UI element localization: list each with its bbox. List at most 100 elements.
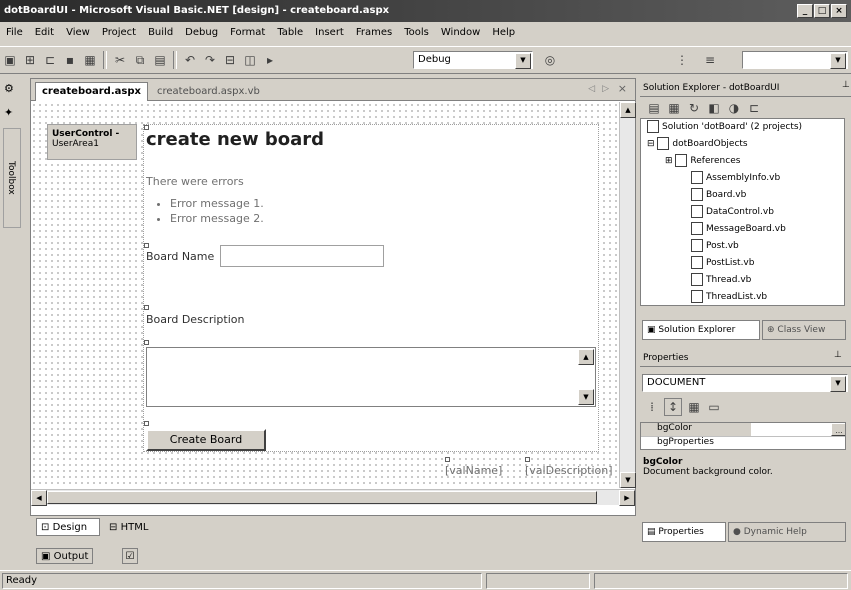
tab-createboard-aspx[interactable]: createboard.aspx <box>35 82 148 101</box>
add-item-icon[interactable]: ⊞ <box>22 52 38 68</box>
menu-format[interactable]: Format <box>224 24 271 41</box>
tree-node-project[interactable]: ⊟ dotBoardObjects <box>641 136 844 153</box>
menu-debug[interactable]: Debug <box>179 24 224 41</box>
tab-class-view[interactable]: ⊕ Class View <box>762 320 846 340</box>
task-list-icon[interactable]: ☑ <box>122 548 138 564</box>
scroll-down-icon[interactable]: ▼ <box>620 472 636 488</box>
properties-icon[interactable]: ▤ <box>646 100 662 116</box>
redo-icon[interactable]: ↷ <box>202 52 218 68</box>
tab-solution-explorer[interactable]: ▣ Solution Explorer <box>642 320 760 340</box>
tree-node-file[interactable]: ThreadList.vb <box>641 289 844 305</box>
close-button[interactable]: × <box>831 4 847 18</box>
toolbox-icon[interactable]: ✦ <box>4 106 20 120</box>
open-file-icon[interactable]: ⊏ <box>42 52 58 68</box>
menu-help[interactable]: Help <box>486 24 521 41</box>
scroll-thumb[interactable] <box>47 491 597 504</box>
create-board-button[interactable]: Create Board <box>146 429 266 451</box>
menu-table[interactable]: Table <box>271 24 309 41</box>
expand-icon[interactable]: ⊞ <box>665 156 673 166</box>
save-icon[interactable]: ▪ <box>62 52 78 68</box>
paste-icon[interactable]: ▤ <box>152 52 168 68</box>
solution-config-dropdown[interactable]: Debug ▼ <box>413 51 533 69</box>
chevron-down-icon[interactable]: ▼ <box>515 53 531 69</box>
pin-icon[interactable]: ⊥ <box>842 80 850 90</box>
window-icon[interactable]: ◫ <box>242 52 258 68</box>
new-project-icon[interactable]: ▣ <box>2 52 18 68</box>
menu-project[interactable]: Project <box>96 24 142 41</box>
scroll-up-icon[interactable]: ▲ <box>578 349 594 365</box>
undo-icon[interactable]: ↶ <box>182 52 198 68</box>
menu-edit[interactable]: Edit <box>29 24 60 41</box>
property-value-field[interactable] <box>751 437 845 449</box>
scroll-tabs-right-icon[interactable]: ▷ <box>602 84 609 94</box>
menu-file[interactable]: File <box>0 24 29 41</box>
properties-view-icon[interactable]: ▦ <box>686 399 702 415</box>
board-name-input[interactable] <box>220 245 384 267</box>
tree-node-file[interactable]: AssemblyInfo.vb <box>641 170 844 187</box>
view-code-icon[interactable]: ◧ <box>706 100 722 116</box>
design-canvas[interactable]: UserControl - UserArea1 create new board… <box>31 102 621 488</box>
navigate-icon[interactable]: ⊟ <box>222 52 238 68</box>
view-designer-icon[interactable]: ◑ <box>726 100 742 116</box>
menu-insert[interactable]: Insert <box>309 24 350 41</box>
val-description-validator[interactable]: [valDescription] <box>525 464 613 477</box>
show-all-files-icon[interactable]: ▦ <box>666 100 682 116</box>
pin-icon[interactable]: ⊥ <box>834 350 842 360</box>
minimize-button[interactable]: _ <box>797 4 813 18</box>
board-description-textarea[interactable]: ▲ ▼ <box>146 347 596 407</box>
menu-frames[interactable]: Frames <box>350 24 398 41</box>
scroll-left-icon[interactable]: ◀ <box>31 490 47 506</box>
scroll-tabs-left-icon[interactable]: ◁ <box>588 84 595 94</box>
close-document-icon[interactable]: × <box>618 82 627 95</box>
tree-node-file[interactable]: MessageBoard.vb <box>641 221 844 238</box>
format-dropdown[interactable]: ▼ <box>742 51 848 69</box>
server-explorer-icon[interactable]: ⚙ <box>4 82 20 96</box>
menu-tools[interactable]: Tools <box>398 24 435 41</box>
alphabetical-icon[interactable]: ↕ <box>664 398 682 416</box>
output-tab[interactable]: ▣ Output <box>36 548 94 564</box>
menu-view[interactable]: View <box>60 24 96 41</box>
usercontrol-placeholder[interactable]: UserControl - UserArea1 <box>47 124 137 160</box>
scroll-up-icon[interactable]: ▲ <box>620 102 636 118</box>
chevron-down-icon[interactable]: ▼ <box>830 376 846 392</box>
tab-properties[interactable]: ▤ Properties <box>642 522 726 542</box>
categorized-icon[interactable]: ⁞ <box>644 399 660 415</box>
tree-node-references[interactable]: ⊞ References <box>641 153 844 170</box>
chevron-down-icon[interactable]: ▼ <box>830 53 846 69</box>
layout-icon[interactable]: ⋮ <box>674 52 690 68</box>
tree-node-file[interactable]: Thread.vb <box>641 272 844 289</box>
tree-node-solution[interactable]: Solution 'dotBoard' (2 projects) <box>641 119 844 136</box>
start-icon[interactable]: ▸ <box>262 52 278 68</box>
tree-node-file[interactable]: Board.vb <box>641 187 844 204</box>
refresh-icon[interactable]: ↻ <box>686 100 702 116</box>
find-icon[interactable]: ◎ <box>542 52 558 68</box>
tab-createboard-aspx-vb[interactable]: createboard.aspx.vb <box>151 82 266 101</box>
tree-node-file[interactable]: PostList.vb <box>641 255 844 272</box>
collapse-icon[interactable]: ⊟ <box>647 139 655 149</box>
menu-build[interactable]: Build <box>142 24 179 41</box>
scroll-right-icon[interactable]: ▶ <box>619 490 635 506</box>
property-pages-icon[interactable]: ▭ <box>706 399 722 415</box>
vertical-scrollbar[interactable]: ▲ ▼ <box>619 102 636 488</box>
properties-object-dropdown[interactable]: DOCUMENT ▼ <box>642 374 848 392</box>
toolbox-tab[interactable]: Toolbox <box>3 128 21 228</box>
save-all-icon[interactable]: ▦ <box>82 52 98 68</box>
board-name-label: Board Name <box>146 250 215 263</box>
property-name[interactable]: bgProperties <box>641 437 751 449</box>
horizontal-scrollbar[interactable]: ◀ ▶ <box>31 489 635 506</box>
scroll-down-icon[interactable]: ▼ <box>578 389 594 405</box>
maximize-button[interactable]: □ <box>814 4 830 18</box>
tab-design[interactable]: ⊡ Design <box>36 518 100 536</box>
tree-node-file[interactable]: Post.vb <box>641 238 844 255</box>
menu-window[interactable]: Window <box>435 24 486 41</box>
val-name-validator[interactable]: [valName] <box>445 464 502 477</box>
tab-html[interactable]: ⊟ HTML <box>104 518 160 536</box>
tab-dynamic-help[interactable]: ● Dynamic Help <box>728 522 846 542</box>
tree-node-file[interactable]: DataControl.vb <box>641 204 844 221</box>
property-name[interactable]: bgColor <box>641 423 751 437</box>
cut-icon[interactable]: ✂ <box>112 52 128 68</box>
align-icon[interactable]: ≡ <box>702 52 718 68</box>
ellipsis-button[interactable]: … <box>831 423 845 436</box>
copy-icon[interactable]: ⧉ <box>132 52 148 68</box>
copy-project-icon[interactable]: ⊏ <box>746 100 762 116</box>
